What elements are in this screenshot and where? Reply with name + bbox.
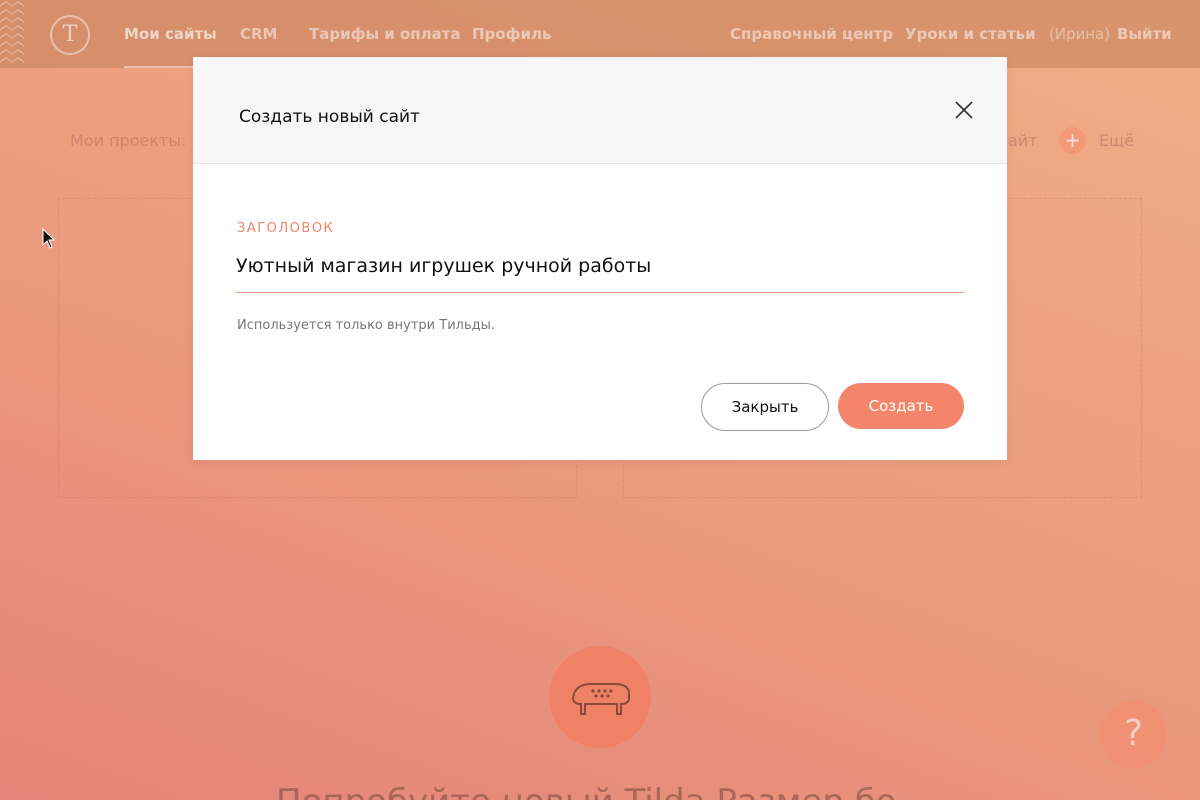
nav-user-name: (Ирина) bbox=[1049, 25, 1111, 43]
modal-header: Создать новый сайт bbox=[193, 57, 1007, 164]
bottom-heading: Попробуйте новый Tilda Размер бо bbox=[276, 782, 897, 800]
close-icon[interactable] bbox=[953, 99, 975, 121]
more-link[interactable]: Ещё bbox=[1099, 131, 1134, 150]
close-button[interactable]: Закрыть bbox=[701, 383, 829, 431]
mouse-cursor-icon bbox=[42, 228, 56, 249]
nav-my-sites[interactable]: Мои сайты bbox=[124, 25, 217, 43]
create-site-modal: Создать новый сайт ЗАГОЛОВОК Используетс… bbox=[193, 57, 1007, 460]
help-button[interactable]: ? bbox=[1100, 701, 1167, 768]
zigzag-pattern-icon bbox=[0, 1, 25, 63]
create-site-link[interactable]: айт bbox=[1008, 131, 1038, 150]
tiger-icon bbox=[571, 683, 630, 715]
nav-profile[interactable]: Профиль bbox=[472, 25, 551, 43]
create-button[interactable]: Создать bbox=[838, 383, 964, 429]
nav-tariffs[interactable]: Тарифы и оплата bbox=[309, 25, 461, 43]
mascot-badge bbox=[549, 646, 651, 748]
site-title-input[interactable] bbox=[236, 247, 964, 293]
field-hint: Используется только внутри Тильды. bbox=[237, 318, 496, 333]
title-field-label: ЗАГОЛОВОК bbox=[237, 221, 335, 236]
nav-crm[interactable]: CRM bbox=[240, 25, 278, 43]
projects-label: Мои проекты: bbox=[70, 131, 187, 150]
nav-lessons[interactable]: Уроки и статьи bbox=[905, 25, 1036, 43]
nav-help-center[interactable]: Справочный центр bbox=[730, 25, 893, 43]
plus-icon[interactable]: + bbox=[1059, 127, 1086, 154]
modal-title: Создать новый сайт bbox=[239, 107, 420, 127]
nav-logout[interactable]: Выйти bbox=[1117, 25, 1172, 43]
tilda-logo-icon[interactable]: T bbox=[50, 15, 90, 55]
